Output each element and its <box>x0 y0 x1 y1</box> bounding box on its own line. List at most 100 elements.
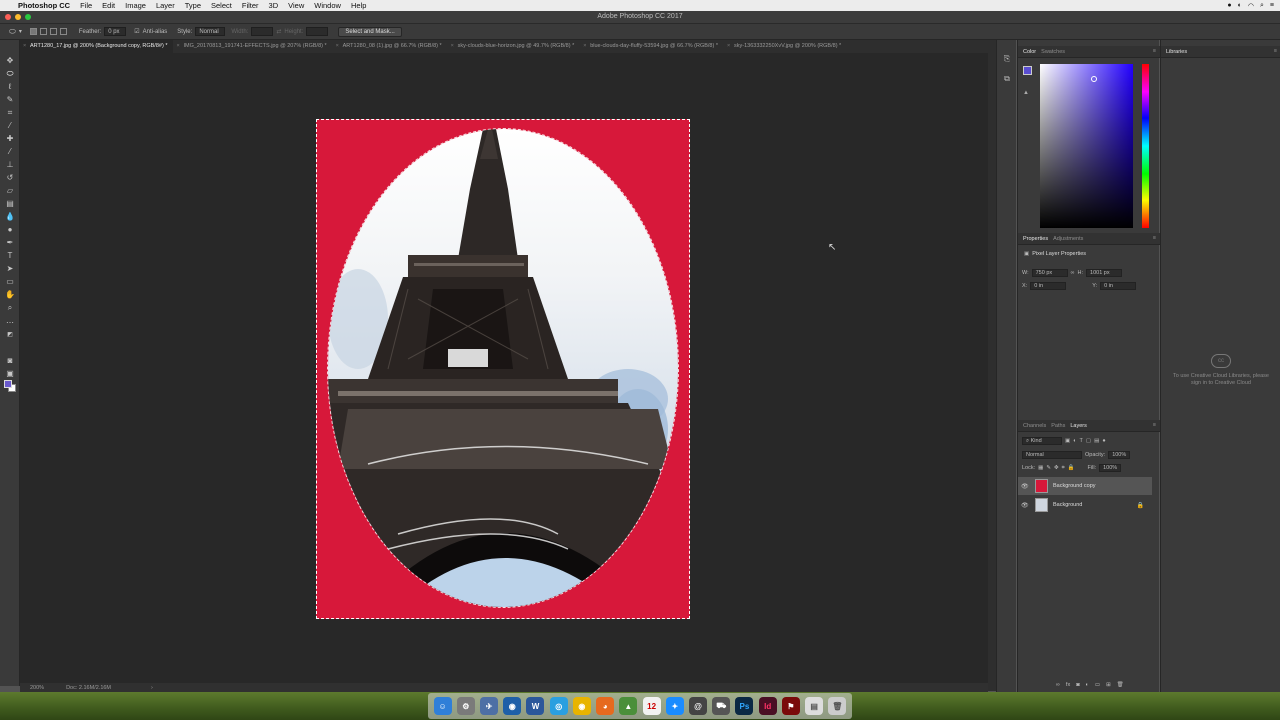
layer-row-background[interactable]: 👁 Background 🔒 <box>1018 496 1152 514</box>
blur-tool-icon[interactable]: 💧 <box>5 212 15 222</box>
panel-menu-icon[interactable]: ≡ <box>1274 48 1277 54</box>
zoom-tool-icon[interactable]: ⌕ <box>5 303 15 313</box>
panel-menu-icon[interactable]: ≡ <box>1153 48 1156 54</box>
document-tab[interactable]: × sky-1363332250XvV.jpg @ 200% (RGB/8) * <box>724 40 847 53</box>
trash-icon[interactable]: 🗑 <box>1117 682 1124 688</box>
menu-image[interactable]: Image <box>125 1 146 10</box>
marquee-tool-preset-icon[interactable]: ⬭ <box>9 27 16 37</box>
width-field[interactable]: 750 px <box>1031 269 1068 277</box>
healing-brush-tool-icon[interactable]: ✚ <box>5 134 15 144</box>
opacity-field[interactable]: 100% <box>1108 451 1131 459</box>
menu-edit[interactable]: Edit <box>102 1 115 10</box>
history-panel-icon[interactable]: ⎘ <box>1002 54 1012 64</box>
add-mask-icon[interactable]: ◙ <box>1076 682 1079 688</box>
lasso-tool-icon[interactable]: ℓ <box>5 82 15 92</box>
layer-kind-filter[interactable]: ⌕ Kind <box>1022 437 1062 445</box>
select-and-mask-button[interactable]: Select and Mask... <box>338 26 402 37</box>
default-colors-icon[interactable]: ◩ <box>5 330 15 340</box>
rectangle-tool-icon[interactable]: ▭ <box>5 277 15 287</box>
path-selection-tool-icon[interactable]: ➤ <box>5 264 15 274</box>
document-tab[interactable]: × IMG_20170813_191741-EFFECTS.jpg @ 207% … <box>173 40 332 53</box>
app-icon[interactable]: ◉ <box>503 697 522 715</box>
adjustment-panel-icon[interactable]: ⧉ <box>1002 74 1012 84</box>
launchpad-icon[interactable]: ✈ <box>480 697 499 715</box>
link-icon[interactable]: ∞ <box>1071 270 1075 276</box>
trash-dock-icon[interactable]: 🗑 <box>828 697 847 715</box>
close-tab-icon[interactable]: × <box>23 43 26 49</box>
add-to-selection-icon[interactable] <box>39 28 47 35</box>
oval-selection-photo[interactable] <box>327 128 679 608</box>
antialias-checkbox[interactable]: ☑ <box>134 28 139 35</box>
menu-window[interactable]: Window <box>314 1 341 10</box>
drive-icon[interactable]: ▲ <box>619 697 638 715</box>
visibility-eye-icon[interactable]: 👁 <box>1021 483 1031 490</box>
quick-selection-tool-icon[interactable]: ✎ <box>5 95 15 105</box>
height-input[interactable] <box>306 27 329 36</box>
word-icon[interactable]: W <box>526 697 545 715</box>
lock-position-icon[interactable]: ✥ <box>1054 465 1059 471</box>
tab-layers[interactable]: Layers <box>1070 423 1087 429</box>
new-adjustment-icon[interactable]: ◐ <box>1086 682 1089 688</box>
car-app-icon[interactable]: ⛟ <box>712 697 731 715</box>
document-tab[interactable]: × ART1280_17.jpg @ 200% (Background copy,… <box>20 40 174 53</box>
brush-tool-icon[interactable]: ⁄ <box>5 147 15 157</box>
lock-artboard-icon[interactable]: ⌗ <box>1062 465 1065 472</box>
notification-icon[interactable]: ≡ <box>1270 2 1274 9</box>
app-menu[interactable]: Photoshop CC <box>18 1 70 10</box>
safari-icon[interactable]: ◎ <box>549 697 568 715</box>
new-group-icon[interactable]: ▭ <box>1095 682 1100 688</box>
type-tool-icon[interactable]: T <box>5 251 15 261</box>
tab-paths[interactable]: Paths <box>1051 423 1065 429</box>
menu-file[interactable]: File <box>80 1 92 10</box>
style-select[interactable]: Normal <box>195 27 226 36</box>
acrobat-icon[interactable]: ⚑ <box>781 697 800 715</box>
crop-tool-icon[interactable]: ⌗ <box>5 108 15 118</box>
canvas-area[interactable]: ↖ <box>20 53 988 683</box>
lock-transparent-icon[interactable]: ▦ <box>1038 465 1043 471</box>
elliptical-marquee-tool-icon[interactable]: ⬭ <box>5 69 15 79</box>
calendar-icon[interactable]: 12 <box>642 697 661 715</box>
indesign-icon[interactable]: Id <box>758 697 777 715</box>
wifi-icon[interactable]: ◠ <box>1248 2 1254 10</box>
panel-menu-icon[interactable]: ≡ <box>1153 235 1156 241</box>
fill-field[interactable]: 100% <box>1099 464 1122 472</box>
firefox-icon[interactable]: ◕ <box>596 697 615 715</box>
lock-image-icon[interactable]: ✎ <box>1046 465 1051 471</box>
photoshop-icon[interactable]: Ps <box>735 697 754 715</box>
eraser-tool-icon[interactable]: ▱ <box>5 186 15 196</box>
filter-smart-object-icon[interactable]: ▤ <box>1094 438 1099 444</box>
blend-mode-select[interactable]: Normal <box>1022 451 1082 459</box>
quick-mask-icon[interactable]: ◙ <box>5 356 15 366</box>
document-tab[interactable]: × ART1280_08 (1).jpg @ 66.7% (RGB/8) * <box>333 40 448 53</box>
finder-icon[interactable]: ☺ <box>433 697 452 715</box>
close-tab-icon[interactable]: × <box>336 43 339 49</box>
width-input[interactable] <box>251 27 274 36</box>
history-brush-tool-icon[interactable]: ↺ <box>5 173 15 183</box>
dropbox-icon[interactable]: ✦ <box>665 697 684 715</box>
new-layer-icon[interactable]: ⊞ <box>1106 682 1111 688</box>
zoom-level[interactable]: 200% <box>30 685 44 691</box>
tab-properties[interactable]: Properties <box>1023 236 1048 242</box>
close-tab-icon[interactable]: × <box>176 43 179 49</box>
panel-menu-icon[interactable]: ≡ <box>1153 422 1156 428</box>
menu-help[interactable]: Help <box>351 1 366 10</box>
filter-shape-icon[interactable]: ▢ <box>1086 438 1091 444</box>
screen-mode-icon[interactable]: ▣ <box>5 369 15 379</box>
hand-tool-icon[interactable]: ✋ <box>5 290 15 300</box>
height-field[interactable]: 1001 px <box>1086 269 1123 277</box>
new-selection-icon[interactable] <box>29 28 37 35</box>
spotlight-icon[interactable]: ⌕ <box>1260 2 1264 10</box>
close-tab-icon[interactable]: × <box>583 43 586 49</box>
filter-toggle-icon[interactable]: ● <box>1102 438 1105 444</box>
document-tab[interactable]: × blue-clouds-day-fluffy-53594.jpg @ 66.7… <box>580 40 724 53</box>
spiral-app-icon[interactable]: @ <box>689 697 708 715</box>
dodge-tool-icon[interactable]: ● <box>5 225 15 235</box>
canvas-scrollbar[interactable] <box>988 53 996 691</box>
close-tab-icon[interactable]: × <box>727 43 730 49</box>
document-canvas[interactable] <box>316 119 690 619</box>
tab-color[interactable]: Color <box>1023 49 1036 55</box>
chevron-down-icon[interactable]: ▾ <box>19 28 22 35</box>
libraries-title[interactable]: Libraries <box>1166 49 1187 55</box>
menu-select[interactable]: Select <box>211 1 232 10</box>
foreground-color-swatch[interactable] <box>4 380 12 388</box>
